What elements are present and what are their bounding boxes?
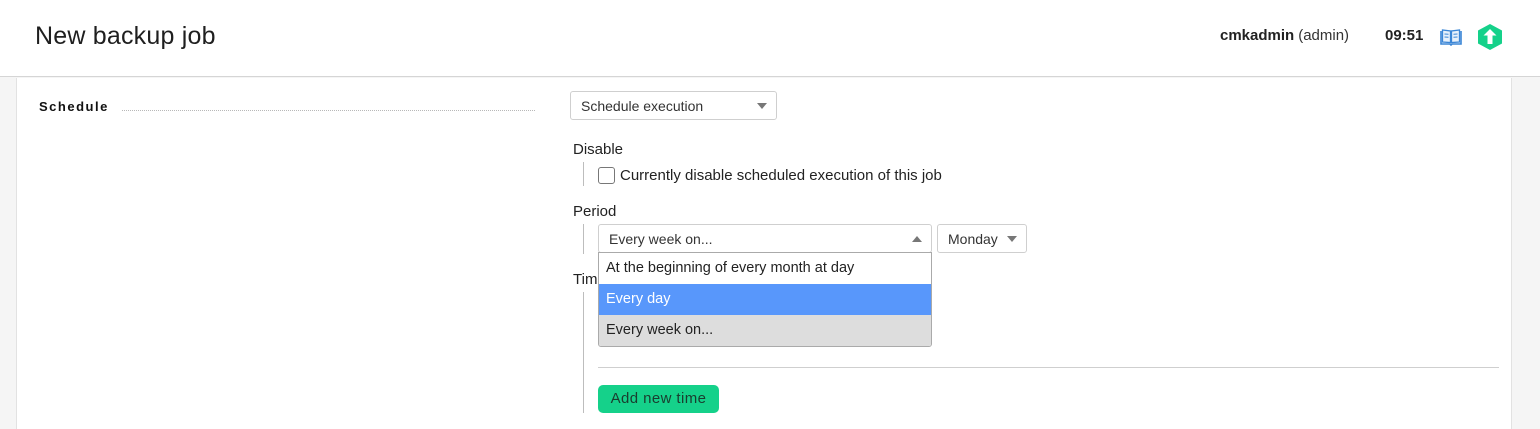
group-indent-bar (583, 162, 584, 186)
page-header: New backup job cmkadmin (admin) 09:51 (0, 0, 1540, 77)
disable-label: Disable (573, 141, 624, 158)
user-info: cmkadmin (admin) (1220, 27, 1349, 44)
user-role: (admin) (1298, 27, 1350, 44)
username[interactable]: cmkadmin (1220, 27, 1294, 44)
weekday-select[interactable]: Monday (937, 224, 1027, 253)
period-dropdown-list: At the beginning of every month at day E… (598, 252, 932, 347)
period-select[interactable]: Every week on... (598, 224, 932, 253)
chevron-down-icon (1007, 236, 1017, 242)
period-option[interactable]: Every day (599, 284, 931, 315)
period-label: Period (573, 203, 617, 220)
disable-checkbox-label[interactable]: Currently disable scheduled execution of… (620, 167, 942, 184)
form-panel: Schedule Schedule execution Disable Curr… (16, 78, 1512, 429)
chevron-down-icon (757, 103, 767, 109)
clock: 09:51 (1385, 27, 1424, 44)
label-leader-dots (122, 110, 535, 111)
add-new-time-button[interactable]: Add new time (598, 385, 719, 413)
divider (598, 367, 1499, 368)
period-option[interactable]: Every week on... (599, 315, 931, 346)
chevron-up-icon (912, 236, 922, 242)
schedule-mode-value: Schedule execution (581, 98, 704, 114)
group-indent-bar (583, 224, 584, 254)
weekday-select-value: Monday (948, 231, 998, 247)
page-title: New backup job (35, 22, 216, 50)
checkmk-logo-icon[interactable] (1477, 23, 1503, 51)
period-select-value: Every week on... (609, 231, 713, 247)
group-indent-bar (583, 292, 584, 413)
period-option[interactable]: At the beginning of every month at day (599, 253, 931, 284)
disable-checkbox[interactable] (598, 167, 615, 184)
section-label-schedule: Schedule (39, 99, 109, 114)
book-icon[interactable] (1440, 28, 1462, 47)
schedule-mode-select[interactable]: Schedule execution (570, 91, 777, 120)
times-label: Tim (573, 271, 598, 288)
